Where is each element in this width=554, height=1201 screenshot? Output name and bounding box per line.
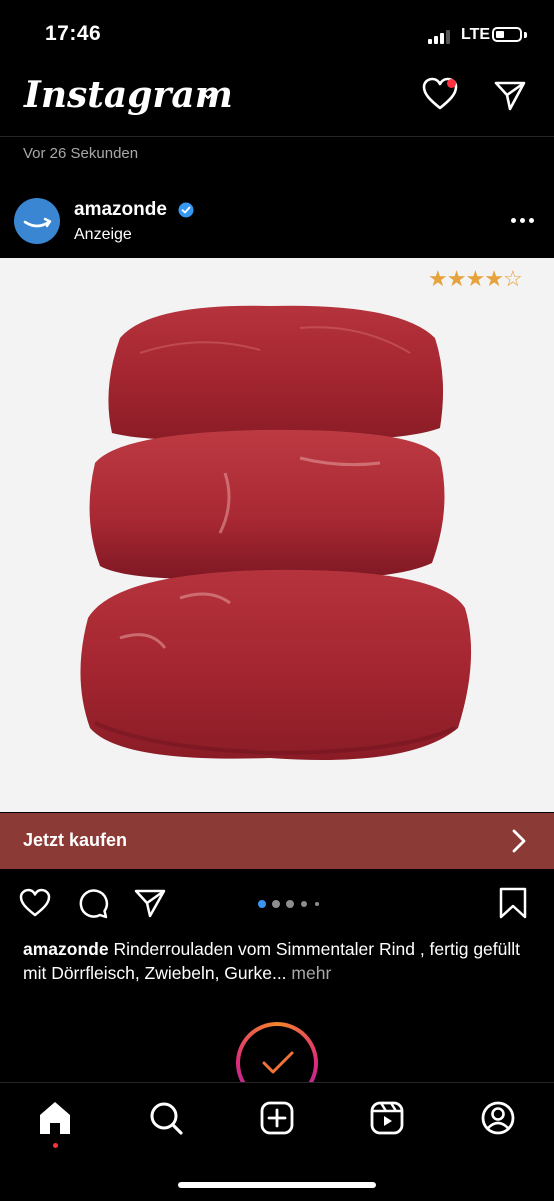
app-header: Instagram xyxy=(0,70,554,137)
status-time: 17:46 xyxy=(45,22,102,45)
star-filled-icon: ★ xyxy=(446,266,467,291)
caption-username[interactable]: amazonde xyxy=(23,939,109,959)
star-empty-icon: ☆ xyxy=(502,266,523,291)
post-header: amazonde Anzeige xyxy=(0,190,554,254)
shop-now-label: Jetzt kaufen xyxy=(23,830,128,850)
battery-icon xyxy=(492,27,522,42)
verified-badge-icon xyxy=(178,202,194,218)
comment-icon[interactable] xyxy=(76,886,110,920)
checkmark-icon xyxy=(262,1051,294,1074)
network-type: LTE xyxy=(461,26,491,43)
bottom-navigation xyxy=(0,1082,554,1201)
reels-icon[interactable] xyxy=(367,1098,407,1138)
status-bar: 17:46 LTE xyxy=(0,0,554,70)
rating-stars: ★★★★☆ xyxy=(428,266,523,292)
paper-plane-icon[interactable] xyxy=(492,77,528,113)
post-caption: amazonde Rinderrouladen vom Simmentaler … xyxy=(23,937,533,985)
cellular-signal-icon xyxy=(428,28,454,44)
battery-cap xyxy=(524,32,527,38)
star-filled-icon: ★ xyxy=(484,266,504,291)
beef-roulades-image xyxy=(80,305,472,760)
home-icon[interactable] xyxy=(35,1098,75,1138)
home-indicator xyxy=(178,1182,376,1188)
avatar[interactable] xyxy=(14,198,60,244)
post-time-ago: Vor 26 Sekunden xyxy=(23,145,139,162)
amazon-smile-icon xyxy=(23,217,52,228)
bookmark-icon[interactable] xyxy=(496,886,530,920)
share-icon[interactable] xyxy=(133,886,167,920)
sponsored-label: Anzeige xyxy=(74,226,132,243)
home-active-dot xyxy=(53,1143,58,1148)
profile-icon[interactable] xyxy=(478,1098,518,1138)
caption-more-link[interactable]: mehr xyxy=(287,963,331,983)
chevron-down-icon[interactable] xyxy=(199,86,217,104)
create-icon[interactable] xyxy=(257,1098,297,1138)
star-filled-icon: ★ xyxy=(465,266,485,291)
post-image[interactable]: ★★★★☆ xyxy=(0,258,554,812)
search-icon[interactable] xyxy=(146,1098,186,1138)
post-username[interactable]: amazonde xyxy=(74,199,167,221)
post-actions xyxy=(0,880,554,928)
more-options-icon[interactable] xyxy=(508,216,538,228)
chevron-right-icon xyxy=(512,829,526,853)
shop-now-button[interactable]: Jetzt kaufen xyxy=(0,813,554,869)
heart-icon[interactable] xyxy=(18,886,52,920)
star-filled-icon: ★ xyxy=(428,266,448,291)
notification-dot xyxy=(447,79,456,88)
carousel-indicator xyxy=(258,899,328,909)
